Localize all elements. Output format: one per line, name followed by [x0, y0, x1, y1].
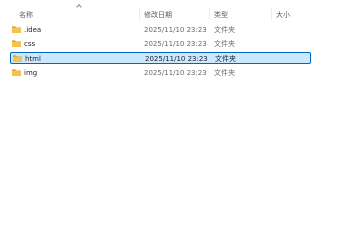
- column-divider[interactable]: [271, 8, 272, 20]
- folder-icon: [12, 26, 21, 33]
- file-type: 文件夹: [215, 55, 236, 63]
- file-name: img: [24, 69, 38, 77]
- file-row-img[interactable]: img 2025/11/10 23:23 文件夹: [10, 67, 311, 79]
- column-header-name[interactable]: 名称: [19, 10, 33, 20]
- column-divider[interactable]: [209, 8, 210, 20]
- file-type: 文件夹: [214, 69, 235, 77]
- file-date: 2025/11/10 23:23: [144, 26, 207, 34]
- column-header-type[interactable]: 类型: [214, 10, 228, 20]
- file-name: .idea: [24, 26, 42, 34]
- file-type: 文件夹: [214, 26, 235, 34]
- folder-icon: [13, 55, 22, 62]
- file-name: css: [24, 40, 36, 48]
- vertical-scrollbar[interactable]: [352, 0, 356, 200]
- column-divider[interactable]: [139, 8, 140, 20]
- file-date: 2025/11/10 23:23: [145, 55, 208, 63]
- folder-icon: [12, 69, 21, 76]
- file-row-idea[interactable]: .idea 2025/11/10 23:23 文件夹: [10, 24, 311, 36]
- column-header-size[interactable]: 大小: [276, 10, 290, 20]
- file-row-html[interactable]: html 2025/11/10 23:23 文件夹: [10, 52, 311, 64]
- file-type: 文件夹: [214, 40, 235, 48]
- file-date: 2025/11/10 23:23: [144, 40, 207, 48]
- file-explorer: 名称 修改日期 类型 大小 .idea 2025/11/10 23:23 文件夹…: [0, 0, 356, 200]
- column-header-date-modified[interactable]: 修改日期: [144, 10, 172, 20]
- sort-ascending-icon: [76, 4, 82, 10]
- file-row-css[interactable]: css 2025/11/10 23:23 文件夹: [10, 38, 311, 50]
- file-name: html: [25, 55, 41, 63]
- file-date: 2025/11/10 23:23: [144, 69, 207, 77]
- folder-icon: [12, 40, 21, 47]
- column-header-row: 名称 修改日期 类型 大小: [0, 0, 356, 22]
